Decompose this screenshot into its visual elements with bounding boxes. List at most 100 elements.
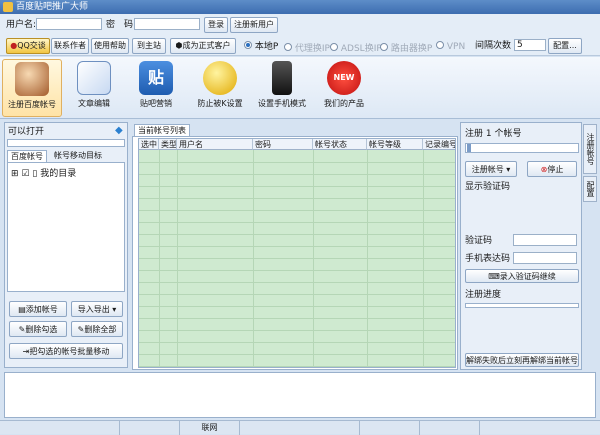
help-button[interactable]: 使用帮助 [91,38,129,54]
phone-code-input[interactable] [513,252,577,264]
verify-code-input[interactable] [513,234,577,246]
adsl-radio[interactable]: ADSL换IP [330,41,382,54]
ribbon-label: 防止被K设置 [197,99,243,108]
tab-baidu-account[interactable]: 百度帐号 [7,150,47,162]
register-button[interactable]: 注册新用户 [230,17,278,33]
add-icon: ▤ [18,305,26,314]
vpn-radio[interactable]: VPN [436,41,465,52]
grid-col-line [159,150,160,367]
local-ip-radio[interactable]: 本地P [244,41,278,53]
qq-chat-label: QQ交谈 [17,41,46,50]
password-input[interactable] [134,18,200,30]
toolbar: ●QQ交谈 联系作者 使用帮助 到主站 ⬢成为正式客户 本地P 代理换IP AD… [0,35,600,56]
radio-selected-icon [244,41,252,49]
log-area [4,372,596,418]
radio-icon [284,43,292,51]
account-table: 选中 类型 用户名 密码 帐号状态 帐号等级 记录编号 [138,138,456,368]
grid-row-line [139,210,455,211]
delete-checked-button[interactable]: ✎删除勾选 [9,321,67,337]
phone-code-label: 手机表达码 [465,254,511,264]
left-panel: 可以打开 ◆ 百度帐号 帐号移动目标 ⊞ ☑ ▯ 我的目录 ▤添加帐号 导入导出… [4,122,128,368]
grid-row-line [139,186,455,187]
batch-move-label: 把勾选的帐号批量移动 [29,347,110,356]
home-site-button[interactable]: 到主站 [132,38,166,54]
become-customer-button[interactable]: ⬢成为正式客户 [170,38,236,54]
tree-item-root[interactable]: ⊞ ☑ ▯ 我的目录 [11,166,76,179]
stop-label: 停止 [547,165,564,174]
grid-row-line [139,234,455,235]
anti-ban-settings-button[interactable]: 防止被K设置 [190,59,250,117]
enter-code-continue-button[interactable]: ⌨录入验证码继续 [465,269,579,283]
grid-col-line [177,150,178,367]
mobile-mode-button[interactable]: 设置手机模式 [252,59,312,117]
folder-icon: ▯ [32,169,38,179]
status-cell-6 [420,421,480,435]
col-type[interactable]: 类型 [159,139,177,150]
tab-move-target[interactable]: 帐号移动目标 [51,150,105,162]
register-account-button[interactable]: 注册帐号 ▾ [465,161,517,177]
add-label: 添加帐号 [25,305,58,314]
username-input[interactable] [36,18,102,30]
col-username[interactable]: 用户名 [177,139,253,150]
edit-document-icon [77,61,111,95]
open-bar [7,139,125,147]
radio-icon [330,43,338,51]
qq-chat-button[interactable]: ●QQ交谈 [6,38,50,54]
status-cell-1 [0,421,120,435]
local-ip-label: 本地P [254,42,279,52]
unbind-button[interactable]: 解绑失败后立刻再解绑当前帐号 [465,353,579,367]
grid-col-line [423,150,424,367]
login-row: 用户名: 密 码: 登录 注册新用户 [0,14,600,35]
proxy-ip-label: 代理换IP [294,44,330,54]
tab-current-accounts[interactable]: 当前帐号列表 [134,124,190,136]
right-panel: 注册 1 个帐号 注册帐号 ▾ ⊗停止 显示验证码 验证码 手机表达码 ⌨录入验… [460,122,582,370]
tab-register-account[interactable]: 注册帐号 [583,124,597,174]
contact-author-button[interactable]: 联系作者 [51,38,89,54]
grid-row-line [139,318,455,319]
dropdown-icon: ▾ [109,305,117,314]
col-level[interactable]: 帐号等级 [367,139,423,150]
ribbon-label: 我们的产品 [324,99,364,108]
config-button[interactable]: 配置... [548,38,582,54]
proxy-ip-radio[interactable]: 代理换IP [284,41,330,54]
ribbon-label: 贴吧营销 [140,99,172,108]
article-edit-button[interactable]: 文章编辑 [64,59,124,117]
delete-checked-label: 删除勾选 [25,325,58,334]
col-password[interactable]: 密码 [253,139,313,150]
add-account-button[interactable]: ▤添加帐号 [9,301,67,317]
col-select[interactable]: 选中 [139,139,159,150]
import-export-button[interactable]: 导入导出 ▾ [71,301,123,317]
batch-move-button[interactable]: ⇥把勾选的帐号批量移动 [9,343,123,359]
col-status[interactable]: 帐号状态 [313,139,367,150]
grid-col-line [253,150,254,367]
smiley-icon [203,61,237,95]
router-label: 路由器换P [390,44,433,54]
slider-thumb[interactable] [467,144,471,152]
tab-config[interactable]: 配置 [583,176,597,202]
tieba-icon: 贴 [139,61,173,95]
register-slider[interactable] [465,143,579,153]
status-cell-7 [480,421,600,435]
delete-all-button[interactable]: ✎删除全部 [71,321,123,337]
new-badge-icon: NEW [327,61,361,95]
grid-row-line [139,354,455,355]
grid-row-line [139,222,455,223]
stop-button[interactable]: ⊗停止 [527,161,577,177]
grid-row-line [139,330,455,331]
import-label: 导入导出 [77,305,110,314]
grid-col-line [313,150,314,367]
table-body [139,150,455,367]
vip-label: 成为正式客户 [182,41,231,50]
router-radio[interactable]: 路由器换P [380,41,432,54]
our-products-button[interactable]: NEW 我们的产品 [314,59,374,117]
delete-all-label: 删除全部 [84,325,117,334]
register-baidu-account-button[interactable]: 注册百度帐号 [2,59,62,117]
open-label: 可以打开 [8,127,45,137]
login-button[interactable]: 登录 [204,17,228,33]
status-cell-4 [240,421,360,435]
tieba-marketing-button[interactable]: 贴 贴吧营销 [126,59,186,117]
app-icon [3,2,13,12]
interval-stepper[interactable]: 5 [514,39,546,51]
grid-row-line [139,174,455,175]
col-record-id[interactable]: 记录编号 [423,139,455,150]
